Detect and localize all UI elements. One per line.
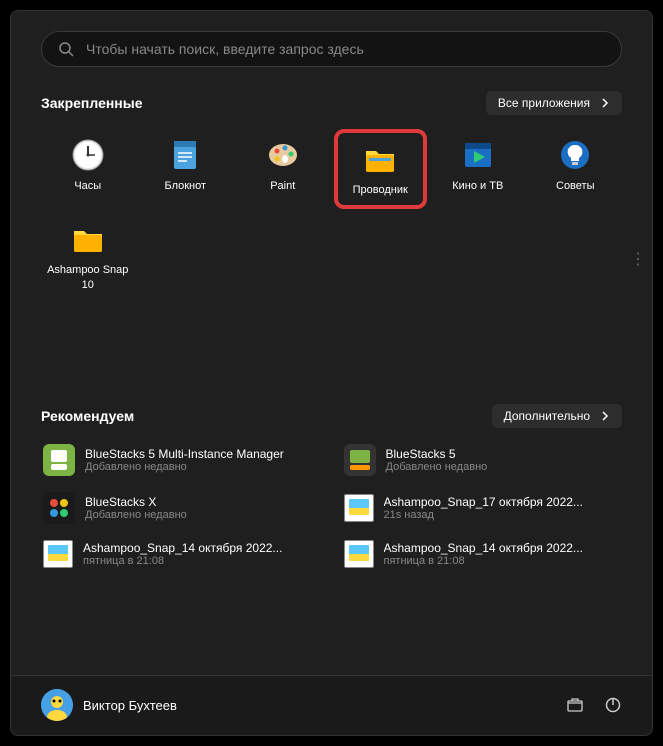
recommended-title: Рекомендуем	[41, 408, 134, 424]
rec-sub: 21s назад	[384, 509, 583, 521]
recommended-item[interactable]: BlueStacks XДобавлено недавно	[41, 490, 322, 526]
pinned-title: Закрепленные	[41, 95, 143, 111]
app-tile-clock[interactable]: Часы	[41, 129, 135, 209]
rec-sub: Добавлено недавно	[85, 461, 284, 473]
rec-sub: Добавлено недавно	[85, 509, 187, 521]
power-icon[interactable]	[604, 696, 622, 714]
pinned-section: Закрепленные Все приложения Часы Блокнот P…	[11, 67, 652, 300]
explorer-icon	[362, 141, 398, 177]
pinned-grid: Часы Блокнот Paint Проводник Кино и ТВ Советы…	[41, 129, 622, 300]
folder-icon	[70, 221, 106, 257]
search-icon	[58, 41, 74, 57]
rec-title: BlueStacks 5	[386, 447, 488, 461]
search-box[interactable]: Чтобы начать поиск, введите запрос здесь	[41, 31, 622, 67]
paint-icon	[265, 137, 301, 173]
bsx-icon	[43, 492, 75, 524]
chevron-right-icon	[600, 411, 610, 421]
app-label: Кино и ТВ	[452, 179, 503, 193]
more-label: Дополнительно	[504, 409, 590, 423]
clock-icon	[70, 137, 106, 173]
recommended-item[interactable]: Ashampoo_Snap_14 октября 2022...пятница …	[342, 538, 623, 570]
rec-sub: Добавлено недавно	[386, 461, 488, 473]
rec-sub: пятница в 21:08	[83, 555, 282, 567]
rec-title: BlueStacks X	[85, 495, 187, 509]
app-label: Советы	[556, 179, 594, 193]
pinned-header: Закрепленные Все приложения	[41, 91, 622, 115]
app-label: Проводник	[353, 183, 408, 197]
recommended-list: BlueStacks 5 Multi-Instance ManagerДобав…	[41, 442, 622, 570]
recommended-item[interactable]: BlueStacks 5Добавлено недавно	[342, 442, 623, 478]
notepad-icon	[167, 137, 203, 173]
app-label: Paint	[270, 179, 295, 193]
more-button[interactable]: Дополнительно	[492, 404, 622, 428]
user-name: Виктор Бухтеев	[83, 698, 177, 713]
user-button[interactable]: Виктор Бухтеев	[41, 689, 177, 721]
image-thumb-icon	[344, 494, 374, 522]
bs5b-icon	[344, 444, 376, 476]
app-tile-notepad[interactable]: Блокнот	[139, 129, 233, 209]
tips-icon	[557, 137, 593, 173]
search-placeholder: Чтобы начать поиск, введите запрос здесь	[86, 41, 364, 57]
recommended-section: Рекомендуем Дополнительно BlueStacks 5 M…	[11, 380, 652, 594]
image-thumb-icon	[344, 540, 374, 568]
rec-title: BlueStacks 5 Multi-Instance Manager	[85, 447, 284, 461]
footer: Виктор Бухтеев	[11, 675, 652, 735]
recommended-item[interactable]: Ashampoo_Snap_17 октября 2022...21s наза…	[342, 490, 623, 526]
rec-title: Ashampoo_Snap_17 октября 2022...	[384, 495, 583, 509]
recommended-item[interactable]: BlueStacks 5 Multi-Instance ManagerДобав…	[41, 442, 322, 478]
app-tile-explorer[interactable]: Проводник	[334, 129, 428, 209]
app-tile-movies[interactable]: Кино и ТВ	[431, 129, 525, 209]
rec-sub: пятница в 21:08	[384, 555, 583, 567]
avatar	[41, 689, 73, 721]
movies-icon	[460, 137, 496, 173]
all-apps-button[interactable]: Все приложения	[486, 91, 622, 115]
rec-title: Ashampoo_Snap_14 октября 2022...	[83, 541, 282, 555]
chevron-right-icon	[600, 98, 610, 108]
drag-handle-icon[interactable]: ⋮	[630, 249, 644, 269]
bs5-icon	[43, 444, 75, 476]
app-tile-folder[interactable]: Ashampoo Snap 10	[41, 213, 135, 300]
rec-title: Ashampoo_Snap_14 октября 2022...	[384, 541, 583, 555]
recommended-header: Рекомендуем Дополнительно	[41, 404, 622, 428]
all-apps-label: Все приложения	[498, 96, 590, 110]
image-thumb-icon	[43, 540, 73, 568]
recommended-item[interactable]: Ashampoo_Snap_14 октября 2022...пятница …	[41, 538, 322, 570]
documents-icon[interactable]	[566, 696, 584, 714]
app-tile-tips[interactable]: Советы	[529, 129, 623, 209]
app-label: Часы	[74, 179, 101, 193]
footer-icons	[566, 696, 622, 714]
start-menu: Чтобы начать поиск, введите запрос здесь…	[10, 10, 653, 736]
app-label: Ashampoo Snap 10	[43, 263, 133, 292]
app-label: Блокнот	[164, 179, 206, 193]
app-tile-paint[interactable]: Paint	[236, 129, 330, 209]
